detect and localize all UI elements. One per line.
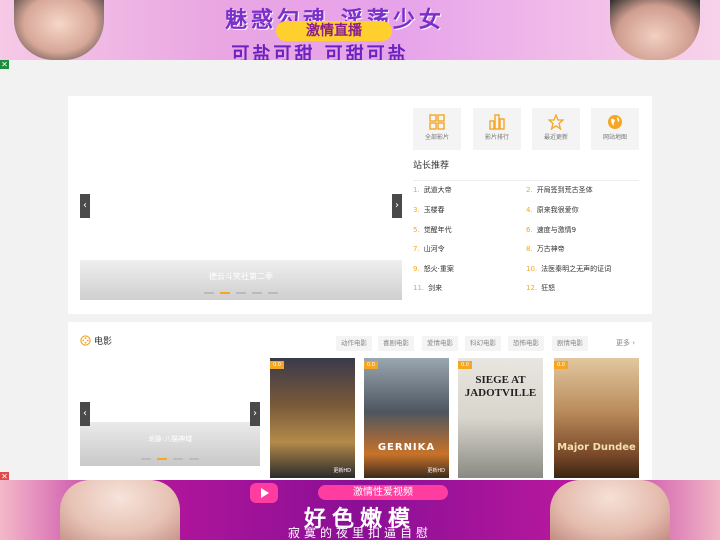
ad-model-image-right	[610, 0, 700, 60]
globe-icon	[608, 115, 622, 129]
movie-poster[interactable]: 0.0 Major Dundee	[554, 358, 639, 478]
category-tab[interactable]: 动作电影	[336, 336, 372, 351]
movie-slider[interactable]: 龙脉·八猫神域	[80, 366, 260, 466]
poster-status: 更新HD	[333, 468, 351, 474]
close-top-ad-icon[interactable]: ✕	[0, 60, 9, 69]
quick-nav-label: 全部影片	[424, 134, 449, 141]
film-reel-icon	[80, 334, 91, 349]
slider-dots[interactable]	[80, 458, 260, 460]
slider-dot[interactable]	[204, 292, 214, 294]
slider-dot[interactable]	[189, 458, 199, 460]
poster-status: 更新HD	[427, 468, 445, 474]
ad-model-image-right	[550, 480, 670, 540]
quick-nav-label: 网站地图	[602, 134, 627, 141]
quick-nav-sitemap[interactable]: 网站地图	[591, 108, 639, 150]
slider-dot[interactable]	[252, 292, 262, 294]
featured-panel: 德云斗笑社第二季 ‹ › 全部影片 影片排行 最近更新 网站地图 站长推荐 1.…	[68, 96, 652, 314]
slider-dot-active[interactable]	[157, 458, 167, 460]
section-title: 电影	[94, 337, 113, 347]
quick-nav-label: 最近更新	[543, 134, 568, 141]
recommend-item[interactable]: 12. 狂怒	[526, 282, 555, 294]
recommend-item[interactable]: 5. 觉醒年代	[413, 224, 452, 236]
recommend-item[interactable]: 3. 玉楼春	[413, 204, 445, 216]
ad-model-image-left	[60, 480, 180, 540]
star-icon	[548, 114, 564, 130]
recommend-item[interactable]: 7. 山河令	[413, 243, 445, 255]
poster-title: SIEGE AT JADOTVILLE	[464, 374, 537, 399]
slider-dot[interactable]	[173, 458, 183, 460]
hero-caption-bar: 德云斗笑社第二季	[80, 260, 402, 300]
category-tab[interactable]: 爱情电影	[422, 336, 458, 351]
poster-title: Major Dundee	[557, 442, 636, 453]
quick-nav-all-movies[interactable]: 全部影片	[413, 108, 461, 150]
category-tab[interactable]: 科幻电影	[465, 336, 501, 351]
movie-prev-button[interactable]: ‹	[80, 402, 90, 426]
recommend-item[interactable]: 1. 武道大帝	[413, 184, 452, 196]
rating-badge: 0.0	[270, 361, 284, 369]
rating-badge: 0.0	[458, 361, 472, 369]
bar-chart-icon	[489, 114, 505, 130]
quick-nav-recent[interactable]: 最近更新	[532, 108, 580, 150]
bottom-banner-ad[interactable]: 激情性爱视频 好色嫩模 寂寞的夜里扣逼自慰	[0, 480, 720, 540]
ad-badge: 激情直播	[276, 21, 392, 41]
slider-dot[interactable]	[236, 292, 246, 294]
category-tab[interactable]: 剧情电影	[552, 336, 588, 351]
quick-nav-ranking[interactable]: 影片排行	[473, 108, 521, 150]
category-tab[interactable]: 恐怖电影	[508, 336, 544, 351]
recommend-item[interactable]: 11. 剑来	[413, 282, 442, 294]
ad-tagline: 寂寞的夜里扣逼自慰	[287, 526, 432, 540]
movie-poster[interactable]: 0.0 更新HD	[270, 358, 355, 478]
recommend-item[interactable]: 2. 开局签到荒古圣体	[526, 184, 593, 196]
recommend-item[interactable]: 6. 速度与激情9	[526, 224, 576, 236]
play-icon	[250, 483, 278, 503]
hero-next-button[interactable]: ›	[392, 194, 402, 218]
quick-nav-label: 影片排行	[484, 134, 509, 141]
poster-title: GERNIKA	[377, 442, 436, 453]
quick-nav: 全部影片 影片排行 最近更新 网站地图	[413, 108, 643, 150]
hero-prev-button[interactable]: ‹	[80, 194, 90, 218]
more-link[interactable]: 更多 ›	[616, 338, 635, 348]
hero-slider[interactable]: 德云斗笑社第二季	[80, 100, 402, 300]
recommend-item[interactable]: 8. 万古神帝	[526, 243, 565, 255]
ad-subheading: 激情性爱视频	[318, 485, 448, 500]
ad-subline: 可盐可甜 可甜可盐	[231, 44, 409, 60]
recommend-item[interactable]: 10. 法医秦明之无声的证词	[526, 263, 611, 275]
recommend-title: 站长推荐	[413, 161, 450, 171]
hero-caption: 德云斗笑社第二季	[209, 272, 273, 281]
recommend-item[interactable]: 9. 怒火·重案	[413, 263, 454, 275]
rating-badge: 0.0	[364, 361, 378, 369]
slider-dots[interactable]	[80, 292, 402, 294]
recommend-item[interactable]: 4. 原来我很爱你	[526, 204, 579, 216]
section-header: 电影	[80, 334, 112, 349]
movie-poster[interactable]: 0.0 GERNIKA 更新HD	[364, 358, 449, 478]
movies-panel: 电影 动作电影 喜剧电影 爱情电影 科幻电影 恐怖电影 剧情电影 更多 › 龙脉…	[68, 322, 652, 482]
slider-dot[interactable]	[268, 292, 278, 294]
slider-dot[interactable]	[141, 458, 151, 460]
top-banner-ad[interactable]: 魅惑勾魂 淫荡少女 激情直播 可盐可甜 可甜可盐	[0, 0, 720, 60]
movie-slider-caption-bar: 龙脉·八猫神域	[80, 422, 260, 466]
category-tab[interactable]: 喜剧电影	[378, 336, 414, 351]
movie-poster[interactable]: 0.0 SIEGE AT JADOTVILLE	[458, 358, 543, 478]
divider	[413, 180, 639, 181]
slider-dot-active[interactable]	[220, 292, 230, 294]
movie-slider-caption: 龙脉·八猫神域	[147, 435, 193, 443]
movie-next-button[interactable]: ›	[250, 402, 260, 426]
grid-icon	[429, 114, 445, 130]
rating-badge: 0.0	[554, 361, 568, 369]
